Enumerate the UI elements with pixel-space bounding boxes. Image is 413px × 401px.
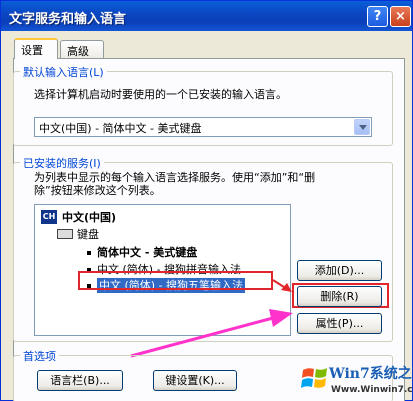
dialog-window: 文字服务和输入语言 ? × 设置 高级 默认输入语言(L) 选择计算机启动时要使… xyxy=(0,0,413,401)
red-arrow-head xyxy=(281,283,292,292)
tab-settings[interactable]: 设置 xyxy=(14,38,58,59)
watermark-brand: Win7系统之家 xyxy=(329,366,413,382)
preferences-legend: 首选项 xyxy=(20,348,59,364)
watermark: Win7系统之家 Www.Winwin7.com xyxy=(301,361,413,401)
pink-arrow-line xyxy=(130,316,274,358)
key-settings-button[interactable]: 键设置(K)... xyxy=(153,370,237,391)
annotation-arrows xyxy=(130,279,293,358)
watermark-url: Www.Winwin7.com xyxy=(331,385,413,395)
windows-logo-icon xyxy=(301,368,327,388)
pink-arrow-head xyxy=(269,309,293,327)
language-bar-button[interactable]: 语言栏(B)... xyxy=(37,370,123,391)
